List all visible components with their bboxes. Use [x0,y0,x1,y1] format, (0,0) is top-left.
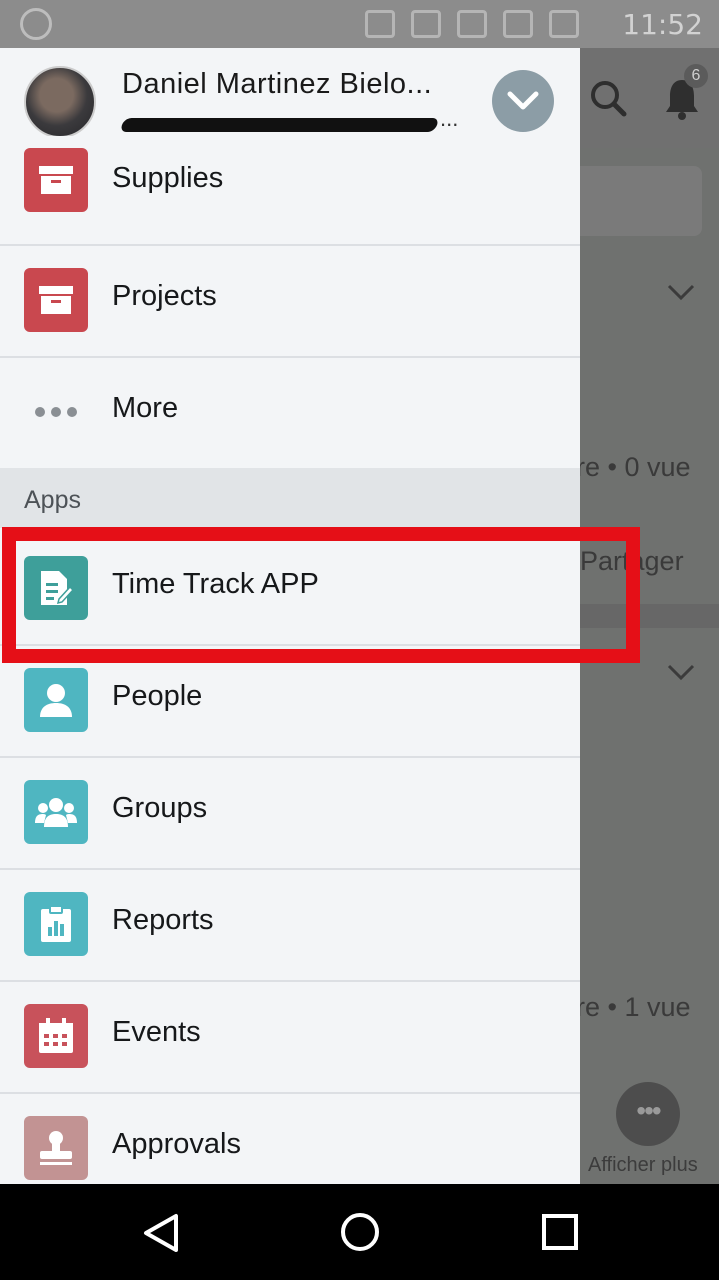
signal-icon [503,10,533,38]
home-icon[interactable] [338,1210,382,1254]
archive-icon [24,268,88,332]
wifi-icon [457,10,487,38]
menu-item-label: Reports [112,904,214,936]
status-icons [365,10,579,38]
menu-item-label: Events [112,1016,201,1048]
person-icon [24,668,88,732]
menu-item-supplies[interactable]: Supplies [0,136,580,246]
menu-item-projects[interactable]: Projects [0,246,580,358]
menu-item-label: People [112,680,203,712]
back-icon[interactable] [140,1212,182,1254]
chevron-down-icon [507,91,539,110]
menu-item-label: Time Track APP [112,568,319,600]
section-header-apps: Apps [0,468,580,528]
section-title: Apps [24,486,81,514]
background-app: 6 re • 0 vue Partager re • 1 vue ••• Aff… [580,48,719,1184]
app-notification-icon [20,8,52,40]
calendar-icon [24,1004,88,1068]
menu-item-events[interactable]: Events [0,982,580,1094]
document-edit-icon [24,556,88,620]
account-switch-button[interactable] [492,70,554,132]
group-icon [24,780,88,844]
menu-item-more[interactable]: More [0,358,580,470]
vibrate-icon [411,10,441,38]
avatar[interactable] [24,66,96,138]
menu-item-label: Groups [112,792,208,824]
feed-snippet: re • 1 vue [580,992,691,1022]
divider [580,604,719,628]
background-header: 6 [580,48,719,148]
share-label: Partager [580,546,684,576]
archive-icon [24,148,88,212]
report-icon [24,892,88,956]
chevron-down-icon [666,656,696,690]
background-search-field [580,166,702,236]
search-icon [591,81,627,117]
more-actions-label: Afficher plus [588,1154,698,1176]
status-bar: 11:52 [0,0,719,48]
menu-item-label: More [112,392,179,424]
chevron-down-icon [666,276,696,310]
menu-item-label: Approvals [112,1128,241,1160]
feed-snippet: re • 0 vue [580,452,691,482]
menu-item-label: Projects [112,280,217,312]
system-navigation-bar [0,1184,719,1280]
menu-item-time-track-app[interactable]: Time Track APP [0,534,580,646]
stamp-icon [24,1116,88,1180]
redacted-user-email: ... [119,106,458,132]
more-actions-button: ••• [616,1082,680,1146]
user-name: Daniel Martinez Bielo... [122,68,433,100]
menu-item-groups[interactable]: Groups [0,758,580,870]
clock: 11:52 [622,8,703,41]
menu-item-people[interactable]: People [0,646,580,758]
notification-badge: 6 [684,64,708,88]
menu-item-approvals[interactable]: Approvals [0,1094,580,1184]
menu-item-reports[interactable]: Reports [0,870,580,982]
battery-icon [549,10,579,38]
menu-item-label: Supplies [112,162,224,194]
navigation-drawer: Daniel Martinez Bielo... ... Supplies Pr… [0,48,580,1184]
recent-apps-icon[interactable] [540,1212,580,1252]
ellipsis-icon [24,380,88,444]
cast-icon [365,10,395,38]
